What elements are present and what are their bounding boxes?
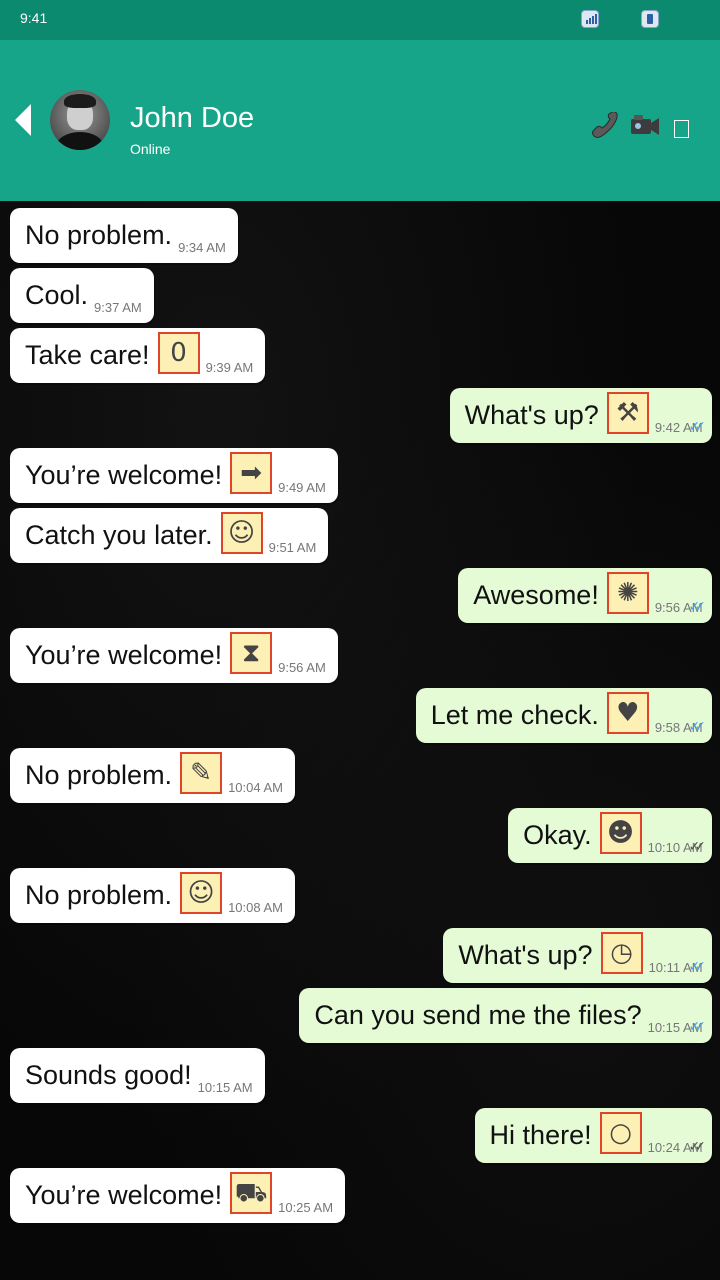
message-text: Hi there! xyxy=(489,1120,592,1150)
double-check-icon: ✓✓ xyxy=(688,1138,707,1154)
incoming-message-bubble[interactable]: You’re welcome! ➡ 9:49 AM xyxy=(10,448,338,503)
contact-status: Online xyxy=(130,141,171,157)
outgoing-message-bubble[interactable]: Let me check. ♥ 9:58 AM ✓✓ xyxy=(415,688,712,743)
white-circle-icon: ○ xyxy=(599,1112,642,1154)
message-text: You’re welcome! xyxy=(25,460,223,490)
contact-name[interactable]: John Doe xyxy=(130,102,254,135)
message-row: Let me check. ♥ 9:58 AM ✓✓ xyxy=(0,681,720,743)
message-row: Sounds good! 10:15 AM xyxy=(0,1041,720,1103)
message-text: Take care! xyxy=(25,340,150,370)
message-text: Can you send me the files? xyxy=(314,1000,642,1030)
car-icon: ⛟ xyxy=(230,1172,273,1214)
message-row: You’re welcome! ➡ 9:49 AM xyxy=(0,441,720,503)
couple-with-heart-icon: ♥ xyxy=(606,692,649,734)
message-row: You’re welcome! ⛟ 10:25 AM xyxy=(0,1161,720,1223)
person-wearing-turban-icon: ☺ xyxy=(180,872,223,914)
message-time: 9:51 AM xyxy=(268,540,317,555)
incoming-message-bubble[interactable]: You’re welcome! ⧗ 9:56 AM xyxy=(10,628,338,683)
hedgehog-icon: ✺ xyxy=(606,572,649,614)
message-time: 9:34 AM xyxy=(178,240,226,255)
message-time: 10:15 AM xyxy=(197,1080,253,1095)
status-bar: 9:41 xyxy=(0,0,720,40)
message-time: 10:08 AM xyxy=(228,900,284,915)
incoming-message-bubble[interactable]: No problem. ✎ 10:04 AM xyxy=(10,748,296,803)
incoming-message-bubble[interactable]: Take care! 0 9:39 AM xyxy=(10,328,266,383)
status-time: 9:41 xyxy=(20,10,48,26)
message-text: No problem. xyxy=(25,220,173,250)
message-text: Catch you later. xyxy=(25,520,213,550)
outgoing-message-bubble[interactable]: Okay. ☻ 10:10 AM ✓✓ xyxy=(508,808,712,863)
message-row: No problem. ✎ 10:04 AM xyxy=(0,741,720,803)
message-time: 9:39 AM xyxy=(205,360,254,375)
message-row: What's up? ◷ 10:11 AM ✓✓ xyxy=(0,921,720,983)
avatar[interactable] xyxy=(50,90,110,150)
double-check-icon: ✓✓ xyxy=(688,838,707,854)
keycap-zero-icon: 0 xyxy=(157,332,200,374)
outgoing-message-bubble[interactable]: Hi there! ○ 10:24 AM ✓✓ xyxy=(474,1108,712,1163)
double-check-icon: ✓✓ xyxy=(688,418,707,434)
message-time: 9:56 AM xyxy=(278,660,326,675)
double-check-icon: ✓✓ xyxy=(688,1018,707,1034)
message-row: No problem. 9:34 AM xyxy=(0,201,720,263)
outgoing-message-bubble[interactable]: Can you send me the files? 10:15 AM ✓✓ xyxy=(299,988,712,1043)
outgoing-message-bubble[interactable]: What's up? ⚒ 9:42 AM ✓✓ xyxy=(449,388,712,443)
video-camera-icon[interactable] xyxy=(629,112,661,140)
message-time: 10:25 AM xyxy=(278,1200,334,1215)
message-time: 10:04 AM xyxy=(228,780,284,795)
chat-area[interactable]: No problem. 9:34 AM Cool. 9:37 AM Take care!… xyxy=(0,201,720,1280)
woman-guard-icon: ☺ xyxy=(220,512,263,554)
pen-icon: ✎ xyxy=(180,752,223,794)
woman-face-icon: ☻ xyxy=(599,812,642,854)
double-check-icon: ✓✓ xyxy=(688,718,707,734)
back-arrow-icon[interactable] xyxy=(15,104,31,136)
message-row: You’re welcome! ⧗ 9:56 AM xyxy=(0,621,720,683)
signal-icon xyxy=(581,10,599,28)
message-text: You’re welcome! xyxy=(25,1180,223,1210)
message-time: 9:37 AM xyxy=(94,300,142,315)
incoming-message-bubble[interactable]: No problem. ☺ 10:08 AM xyxy=(10,868,296,923)
message-row: Catch you later. ☺ 9:51 AM xyxy=(0,501,720,563)
chat-header: John Doe Online xyxy=(0,40,720,201)
message-text: Okay. xyxy=(523,820,592,850)
message-row: Okay. ☻ 10:10 AM ✓✓ xyxy=(0,801,720,863)
message-text: You’re welcome! xyxy=(25,640,223,670)
thread-spool-icon: ⧗ xyxy=(230,632,273,674)
message-row: Can you send me the files? 10:15 AM ✓✓ xyxy=(0,981,720,1043)
message-text: No problem. xyxy=(25,880,173,910)
person-with-cane-right-icon: ➡ xyxy=(230,452,273,494)
incoming-message-bubble[interactable]: Catch you later. ☺ 9:51 AM xyxy=(10,508,329,563)
message-row: Awesome! ✺ 9:56 AM ✓✓ xyxy=(0,561,720,623)
phone-icon[interactable] xyxy=(588,112,620,140)
double-check-icon: ✓✓ xyxy=(688,958,707,974)
double-check-icon: ✓✓ xyxy=(688,598,707,614)
message-row: Hi there! ○ 10:24 AM ✓✓ xyxy=(0,1101,720,1163)
message-row: Cool. 9:37 AM xyxy=(0,261,720,323)
incoming-message-bubble[interactable]: Cool. 9:37 AM xyxy=(10,268,154,323)
menu-icon[interactable] xyxy=(674,120,689,138)
message-time: 9:49 AM xyxy=(278,480,326,495)
message-row: Take care! 0 9:39 AM xyxy=(0,321,720,383)
message-text: Let me check. xyxy=(430,700,599,730)
incoming-message-bubble[interactable]: You’re welcome! ⛟ 10:25 AM xyxy=(10,1168,346,1223)
outgoing-message-bubble[interactable]: Awesome! ✺ 9:56 AM ✓✓ xyxy=(458,568,712,623)
message-row: What's up? ⚒ 9:42 AM ✓✓ xyxy=(0,381,720,443)
battery-icon xyxy=(641,10,659,28)
message-text: What's up? xyxy=(464,400,599,430)
message-text: Cool. xyxy=(25,280,89,310)
message-row: No problem. ☺ 10:08 AM xyxy=(0,861,720,923)
hammer-and-wrench-icon: ⚒ xyxy=(606,392,649,434)
message-text: Sounds good! xyxy=(25,1060,192,1090)
message-text: No problem. xyxy=(25,760,173,790)
incoming-message-bubble[interactable]: No problem. 9:34 AM xyxy=(10,208,238,263)
outgoing-message-bubble[interactable]: What's up? ◷ 10:11 AM ✓✓ xyxy=(443,928,712,983)
message-text: What's up? xyxy=(458,940,593,970)
clock-icon: ◷ xyxy=(600,932,643,974)
incoming-message-bubble[interactable]: Sounds good! 10:15 AM xyxy=(10,1048,265,1103)
message-text: Awesome! xyxy=(473,580,599,610)
